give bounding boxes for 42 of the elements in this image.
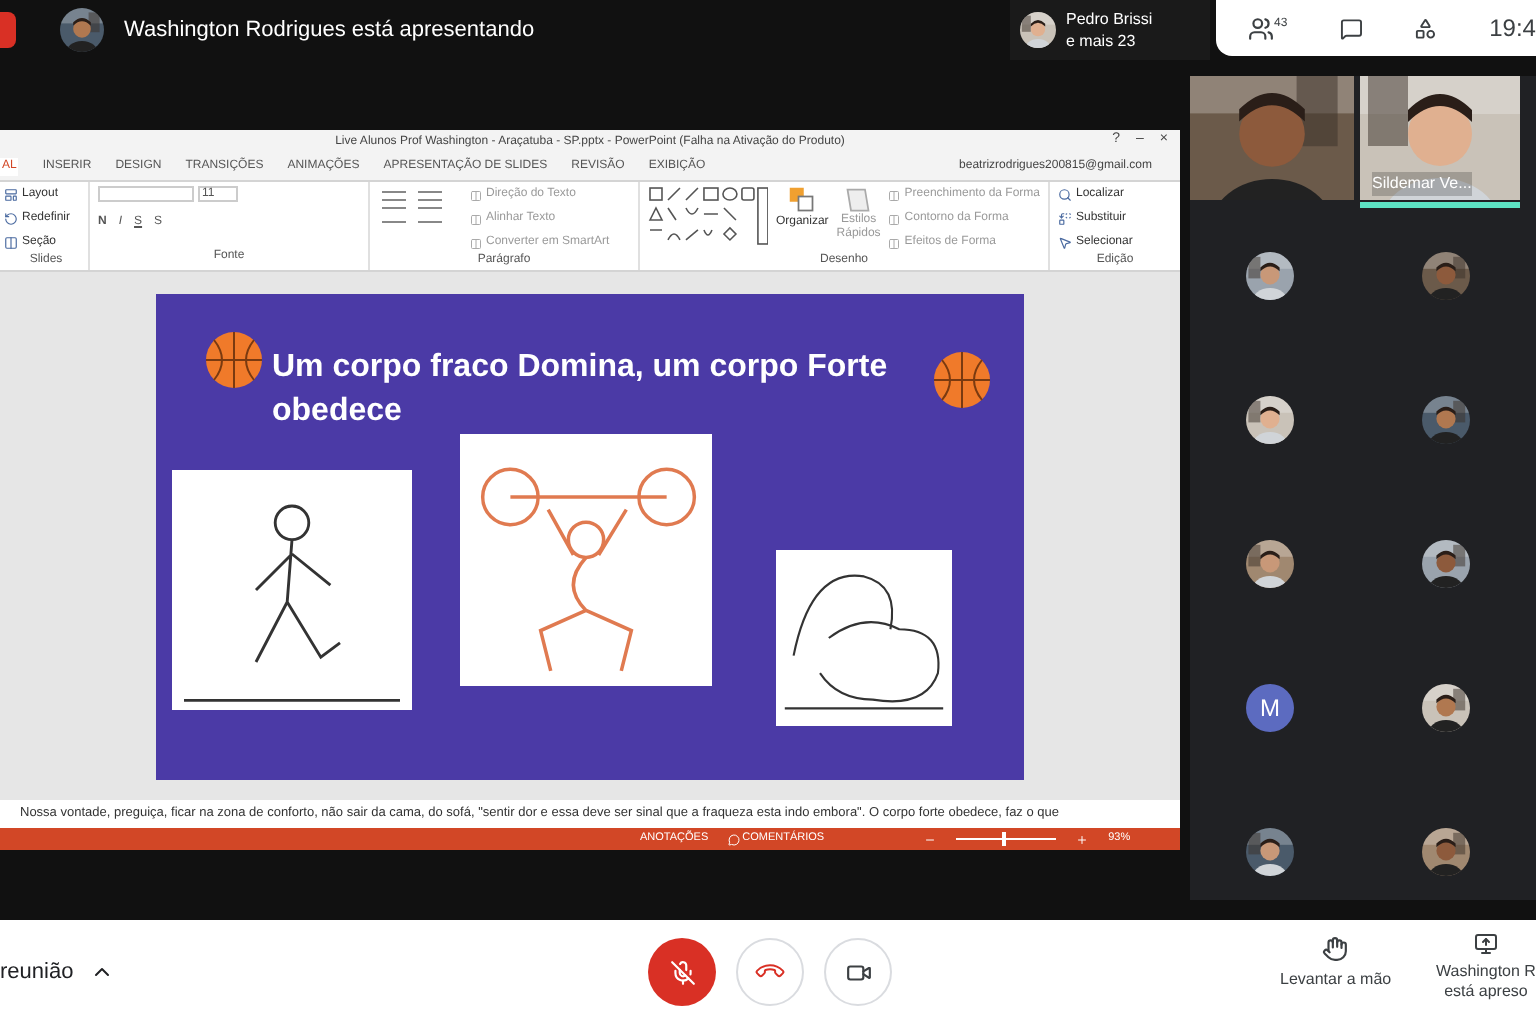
command-icon[interactable] <box>1058 236 1072 250</box>
command-icon[interactable] <box>888 237 901 249</box>
present-screen-icon <box>1473 932 1498 956</box>
command-icon[interactable] <box>470 189 482 201</box>
shapes-gallery[interactable] <box>648 186 768 246</box>
comment-icon <box>728 833 741 845</box>
command-icon[interactable] <box>4 212 18 226</box>
command-icon[interactable] <box>888 189 901 201</box>
basketball-icon <box>932 349 992 409</box>
camera-icon <box>845 959 871 985</box>
zoom-in-icon[interactable] <box>1076 833 1089 845</box>
record-indicator <box>0 12 16 48</box>
command-icon[interactable] <box>470 213 482 225</box>
command-icon[interactable] <box>470 237 482 249</box>
chat-icon[interactable] <box>1339 15 1363 41</box>
participant-name: Sildemar Ve... <box>1372 172 1472 196</box>
command-icon[interactable] <box>4 188 18 202</box>
speaker-others: e mais 23 <box>1066 30 1138 52</box>
zoom-thumb[interactable] <box>1001 832 1006 846</box>
hang-up-button[interactable] <box>736 938 804 1006</box>
hand-icon <box>1322 936 1349 962</box>
presenter-text: Washington Rodrigues está apresentando <box>124 15 535 46</box>
activities-icon[interactable] <box>1414 15 1438 41</box>
command-icon[interactable] <box>888 213 901 225</box>
arrange-icon[interactable] <box>788 186 817 214</box>
speaker-name: Pedro Brissi <box>1066 8 1153 30</box>
command-icon[interactable] <box>4 236 18 250</box>
people-icon <box>1248 15 1274 41</box>
presenting-button[interactable]: Washington R está apreso <box>1436 932 1536 1002</box>
clock: 19:4 <box>1489 12 1536 46</box>
raise-hand-button[interactable]: Levantar a mão <box>1280 936 1392 992</box>
camera-button[interactable] <box>824 938 892 1006</box>
microphone-off-icon <box>669 959 695 985</box>
participant-avatar: M <box>1246 684 1294 732</box>
slide-title: Um corpo fraco Domina, um corpo Forte obedece <box>272 347 890 431</box>
command-icon[interactable] <box>1058 188 1072 202</box>
zoom-out-icon[interactable] <box>924 833 937 845</box>
microphone-button[interactable] <box>648 938 716 1006</box>
basketball-icon <box>204 329 264 389</box>
meeting-details-button[interactable]: reunião <box>0 955 114 989</box>
quick-styles-icon[interactable] <box>844 186 873 214</box>
font-name-field[interactable] <box>98 186 194 202</box>
